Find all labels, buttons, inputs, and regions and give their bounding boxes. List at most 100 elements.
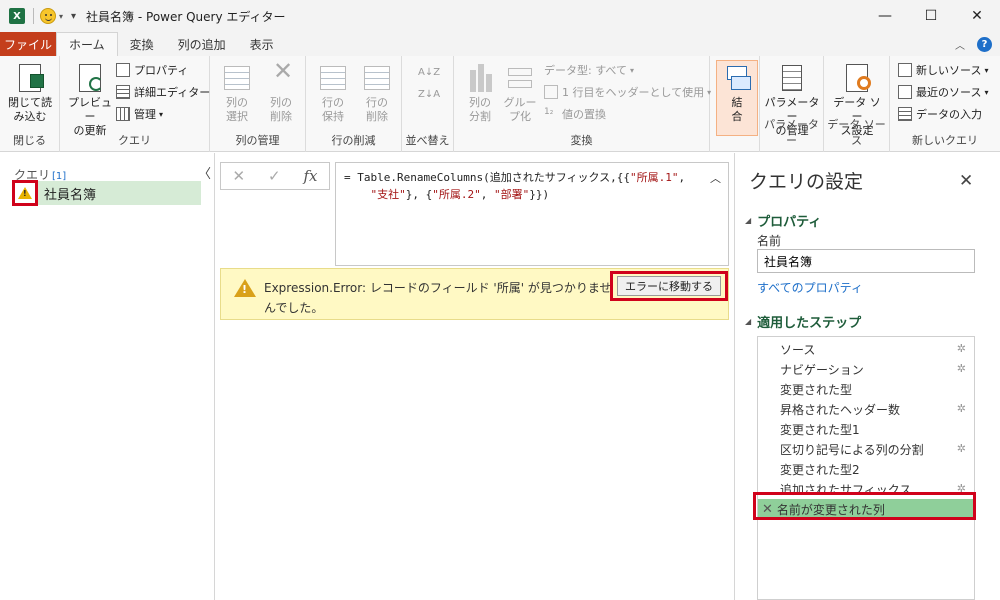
sort-descending-icon[interactable]: Z↓A xyxy=(418,84,440,104)
tab-home[interactable]: ホーム xyxy=(56,32,118,56)
minimize-button[interactable]: — xyxy=(862,0,908,32)
step-item[interactable]: ナビゲーション ✲ xyxy=(758,359,974,379)
group-label-transform: 変換 xyxy=(570,134,593,147)
recent-sources-icon xyxy=(898,85,912,99)
data-source-settings-icon xyxy=(841,62,873,94)
group-manage-columns: 列の 選択 ✕ 列の 削除 列の管理 xyxy=(210,56,306,152)
settings-title: クエリの設定 xyxy=(749,171,864,193)
step-settings-gear-icon[interactable]: ✲ xyxy=(957,402,966,415)
close-load-icon xyxy=(14,62,46,94)
close-settings-icon[interactable]: ✕ xyxy=(959,171,973,191)
keep-rows-button[interactable]: 行の 保持 xyxy=(312,62,354,124)
choose-columns-button[interactable]: 列の 選択 xyxy=(216,62,258,124)
group-label-new-query: 新しいクエリ xyxy=(912,134,978,147)
use-first-row-button[interactable]: 1 行目をヘッダーとして使用 ▾ xyxy=(544,82,711,102)
formula-controls: ✕ ✓ fx xyxy=(220,162,330,190)
goto-error-button[interactable]: エラーに移動する xyxy=(617,276,721,296)
tab-transform[interactable]: 変換 xyxy=(118,32,166,56)
group-data-sources: データ ソー ス設定 データ ソース xyxy=(824,56,890,152)
cancel-formula-icon[interactable]: ✕ xyxy=(232,167,245,185)
step-item[interactable]: 昇格されたヘッダー数 ✲ xyxy=(758,399,974,419)
fx-icon[interactable]: fx xyxy=(304,167,318,185)
step-settings-gear-icon[interactable]: ✲ xyxy=(957,342,966,355)
query-settings-pane: クエリの設定 ✕ ◢プロパティ 名前 すべてのプロパティ ◢適用したステップ ソ… xyxy=(734,153,1000,600)
collapse-steps-icon: ◢ xyxy=(745,317,752,326)
use-first-row-icon xyxy=(544,85,558,99)
help-icon[interactable]: ? xyxy=(977,37,992,52)
customize-qat-icon[interactable]: ▾ xyxy=(71,11,76,22)
query-name-input[interactable] xyxy=(757,249,975,273)
group-close: 閉じて読 み込む 閉じる xyxy=(0,56,60,152)
formula-input[interactable]: = Table.RenameColumns(追加されたサフィックス,{{"所属.… xyxy=(335,162,729,266)
group-query: プレビュー の更新 プロパティ 詳細エディター 管理 ▾ クエリ xyxy=(60,56,210,152)
remove-columns-button[interactable]: ✕ 列の 削除 xyxy=(260,57,302,124)
error-banner: Expression.Error: レコードのフィールド '所属' が見つかりま… xyxy=(220,268,729,320)
close-and-load-button[interactable]: 閉じて読 み込む xyxy=(6,62,54,124)
name-label: 名前 xyxy=(757,234,782,248)
collapse-panel-icon[interactable]: 〈 xyxy=(198,163,211,182)
query-item[interactable]: 社員名簿 xyxy=(12,180,201,206)
step-item[interactable]: 変更された型2 xyxy=(758,459,974,479)
new-source-button[interactable]: 新しいソース ▾ xyxy=(898,60,988,80)
refresh-preview-button[interactable]: プレビュー の更新 xyxy=(64,62,116,138)
error-warning-icon xyxy=(234,279,256,297)
manage-icon xyxy=(116,107,130,121)
step-settings-gear-icon[interactable]: ✲ xyxy=(957,362,966,375)
group-by-button[interactable]: グルー プ化 xyxy=(500,62,540,124)
qat-separator xyxy=(33,8,34,24)
close-window-button[interactable]: ✕ xyxy=(954,0,1000,32)
title-bar: X ▾ ▾ 社員名簿 - Power Query エディター — ☐ ✕ xyxy=(0,0,1000,32)
step-item[interactable]: ソース ✲ xyxy=(758,339,974,359)
window-title: 社員名簿 - Power Query エディター xyxy=(86,9,286,24)
advanced-editor-icon xyxy=(116,85,130,99)
delete-step-icon[interactable]: ✕ xyxy=(762,502,773,517)
smiley-dropdown-icon[interactable]: ▾ xyxy=(59,12,63,21)
group-label-close: 閉じる xyxy=(13,134,46,147)
sort-ascending-icon[interactable]: A↓Z xyxy=(418,62,440,82)
enter-data-button[interactable]: データの入力 xyxy=(898,104,982,124)
step-item[interactable]: 変更された型 xyxy=(758,379,974,399)
data-type-dropdown[interactable]: データ型: すべて ▾ xyxy=(544,60,634,80)
group-label-manage-columns: 列の管理 xyxy=(235,134,280,147)
commit-formula-icon[interactable]: ✓ xyxy=(268,167,281,185)
tab-view[interactable]: 表示 xyxy=(238,32,286,56)
applied-steps-list: ソース ✲ ナビゲーション ✲ 変更された型 昇格されたヘッダー数 ✲ 変更された型1… xyxy=(757,336,975,600)
applied-steps-section[interactable]: ◢ 適用したステップ xyxy=(745,312,861,331)
tab-add-column[interactable]: 列の追加 xyxy=(166,32,238,56)
step-settings-gear-icon[interactable]: ✲ xyxy=(957,482,966,495)
combine-button[interactable]: 結 合 xyxy=(718,62,756,124)
tab-file[interactable]: ファイル xyxy=(0,32,56,56)
all-properties-link[interactable]: すべてのプロパティ xyxy=(757,279,863,296)
advanced-editor-button[interactable]: 詳細エディター xyxy=(116,82,210,102)
feedback-smiley-icon[interactable] xyxy=(40,8,56,24)
step-item-selected[interactable]: ✕ 名前が変更された列 xyxy=(758,499,974,519)
ribbon: 閉じて読 み込む 閉じる プレビュー の更新 プロパティ 詳細エディター 管理 ▾… xyxy=(0,56,1000,152)
step-item[interactable]: 区切り記号による列の分割 ✲ xyxy=(758,439,974,459)
remove-rows-button[interactable]: 行の 削除 xyxy=(356,62,398,124)
remove-columns-icon: ✕ xyxy=(273,57,294,85)
properties-button[interactable]: プロパティ xyxy=(116,60,188,80)
split-column-icon xyxy=(464,62,496,94)
replace-values-button[interactable]: 1₂ 値の置換 xyxy=(544,104,606,124)
keep-rows-icon xyxy=(317,62,349,94)
refresh-preview-icon xyxy=(74,62,106,94)
split-column-button[interactable]: 列の 分割 xyxy=(460,62,500,124)
collapse-ribbon-icon[interactable]: ︿ xyxy=(955,37,965,52)
group-sort: A↓Z Z↓A 並べ替え xyxy=(402,56,454,152)
replace-values-icon: 1₂ xyxy=(544,107,554,117)
expand-formula-icon[interactable]: ︿ xyxy=(710,170,721,186)
queries-panel: クエリ[1] 〈 社員名簿 xyxy=(0,153,215,600)
group-reduce-rows: 行の 保持 行の 削除 行の削減 xyxy=(306,56,402,152)
properties-icon xyxy=(116,63,130,77)
group-label-query: クエリ xyxy=(118,134,151,147)
maximize-button[interactable]: ☐ xyxy=(908,0,954,32)
step-settings-gear-icon[interactable]: ✲ xyxy=(957,442,966,455)
goto-error-highlight: エラーに移動する xyxy=(610,271,728,301)
properties-section[interactable]: ◢ プロパティ xyxy=(745,211,821,230)
group-by-icon xyxy=(504,62,536,94)
excel-app-icon[interactable]: X xyxy=(9,8,25,24)
manage-button[interactable]: 管理 ▾ xyxy=(116,104,163,124)
recent-sources-button[interactable]: 最近のソース ▾ xyxy=(898,82,988,102)
step-item[interactable]: 変更された型1 xyxy=(758,419,974,439)
step-item[interactable]: 追加されたサフィックス ✲ xyxy=(758,479,974,499)
